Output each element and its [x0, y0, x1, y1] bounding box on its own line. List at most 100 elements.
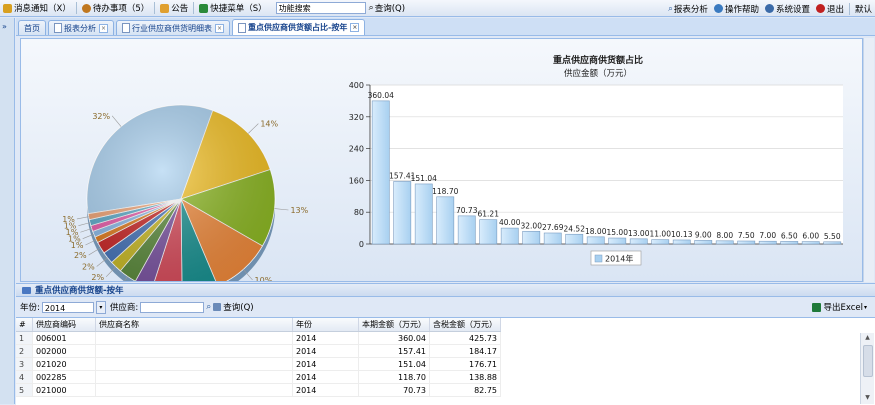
bar[interactable] [823, 241, 842, 245]
function-search-input[interactable]: 功能搜索 [275, 2, 366, 14]
bar[interactable] [758, 240, 777, 245]
data-grid: # 供应商编码 供应商名称 年份 本期金额（万元） 含税金额（万元） 1 0060… [16, 317, 875, 405]
pie-leader-line [111, 115, 122, 127]
shortcut-menu-button[interactable]: 快捷菜单（S） [196, 1, 269, 16]
bar[interactable] [522, 230, 541, 245]
table-row[interactable]: 2 002000 2014 157.41 184.17 [16, 344, 501, 358]
tab-key-supplier-share[interactable]: 重点供应商供货额占比-按年 × [232, 19, 366, 35]
search-icon[interactable]: ⌕ [206, 302, 211, 312]
bar[interactable] [651, 239, 670, 245]
toolbar-separator [848, 2, 850, 15]
column-header-index[interactable]: # [16, 318, 33, 332]
bar[interactable] [629, 238, 648, 245]
grid-scrollbar[interactable]: ▲ ▼ [860, 333, 874, 404]
logout-button[interactable]: 退出 [813, 1, 847, 16]
bar-data-label: 13.00 [628, 229, 650, 238]
table-row[interactable]: 5 021000 2014 70.73 82.75 [16, 383, 501, 397]
collapsed-sidebar[interactable]: » [0, 18, 15, 404]
bar[interactable] [672, 239, 691, 245]
year-cell: 2014 [292, 357, 359, 371]
bar[interactable] [500, 227, 519, 245]
pie-label: 2% [74, 251, 87, 260]
system-settings-button[interactable]: 系统设置 [762, 1, 813, 16]
table-row[interactable]: 4 002285 2014 118.70 138.88 [16, 370, 501, 384]
toolbar-separator [193, 2, 195, 14]
tax-amount-cell: 138.88 [429, 370, 501, 384]
bar[interactable] [457, 215, 476, 245]
supplier-name-cell [95, 331, 293, 345]
mail-icon [3, 3, 12, 13]
column-header-supplier-name[interactable]: 供应商名称 [95, 318, 293, 332]
scroll-down-icon[interactable]: ▼ [863, 394, 872, 403]
search-button[interactable]: ⌕ 查询(Q) [366, 1, 408, 16]
query-button[interactable]: 查询(Q) [213, 301, 254, 313]
filter-bar: 年份: 2014 ▾ 供应商: ⌕ 查询(Q) 导出Excel ▾ [16, 298, 875, 316]
help-button[interactable]: 操作帮助 [711, 1, 762, 16]
year-dropdown-icon[interactable]: ▾ [95, 300, 106, 314]
bar-data-label: 18.00 [585, 227, 607, 236]
column-header-supplier-code[interactable]: 供应商编码 [32, 318, 96, 332]
tax-amount-cell: 176.71 [429, 357, 501, 371]
legend-label: 2014年 [605, 254, 633, 264]
bar[interactable] [608, 237, 627, 245]
supplier-input[interactable] [140, 301, 205, 313]
table-row[interactable]: 1 006001 2014 360.04 425.73 [16, 331, 501, 345]
tab-report-analysis[interactable]: 报表分析 × [48, 20, 114, 35]
chart-subtitle: 供应金额（万元） [564, 68, 632, 79]
bar[interactable] [479, 219, 498, 245]
supplier-name-cell [95, 357, 293, 371]
search-icon: ⌕ [668, 3, 673, 14]
bar[interactable] [436, 196, 455, 245]
tab-home[interactable]: 首页 [18, 20, 46, 35]
chart-title: 重点供应商供货额占比 [553, 54, 643, 66]
chart-scrollbar[interactable] [863, 38, 874, 282]
pie-label: 2% [82, 263, 95, 272]
bar[interactable] [371, 100, 390, 245]
bar[interactable] [737, 240, 756, 245]
bar[interactable] [715, 240, 734, 245]
bar[interactable] [565, 233, 584, 245]
column-header-amount[interactable]: 本期金额（万元） [358, 318, 430, 332]
column-header-tax-amount[interactable]: 含税金额（万元） [429, 318, 501, 332]
close-tab-icon[interactable]: × [350, 23, 360, 32]
supplier-code-cell: 002285 [32, 370, 96, 384]
bar[interactable] [393, 181, 412, 245]
export-excel-button[interactable]: 导出Excel ▾ [812, 301, 867, 313]
year-cell: 2014 [292, 383, 359, 397]
close-tab-icon[interactable]: × [215, 23, 224, 33]
bar-data-label: 5.50 [824, 232, 841, 241]
supplier-label: 供应商: [109, 303, 139, 313]
bar-data-label: 70.73 [456, 206, 478, 215]
bar-data-label: 151.04 [411, 174, 437, 183]
pie-label: 2% [91, 273, 104, 281]
notice-button[interactable]: 公告 [157, 1, 191, 16]
supplier-code-cell: 021020 [32, 357, 96, 371]
bar[interactable] [801, 241, 820, 245]
pie-leader-line [274, 208, 289, 211]
expand-icon[interactable]: » [2, 22, 7, 31]
toolbar-separator [154, 2, 156, 14]
table-row[interactable]: 3 021020 2014 151.04 176.71 [16, 357, 501, 371]
default-button[interactable]: 默认 [852, 1, 875, 16]
bar-data-label: 32.00 [521, 221, 543, 230]
bar[interactable] [780, 241, 799, 245]
bar[interactable] [694, 240, 713, 245]
right-tools: ⌕ 报表分析 操作帮助 系统设置 退出 默认 [665, 0, 875, 17]
bar[interactable] [543, 232, 562, 245]
year-input[interactable]: 2014 [41, 301, 94, 313]
y-tick-label: 160 [349, 176, 364, 185]
todo-button[interactable]: 待办事项（5） [79, 1, 152, 16]
close-tab-icon[interactable]: × [99, 23, 108, 33]
scroll-up-icon[interactable]: ▲ [863, 334, 872, 343]
year-cell: 2014 [292, 370, 359, 384]
bar-data-label: 24.52 [564, 224, 586, 233]
column-header-year[interactable]: 年份 [292, 318, 359, 332]
tab-supplier-detail[interactable]: 行业供应商供货明细表 × [116, 20, 230, 35]
scroll-thumb[interactable] [863, 345, 873, 377]
bar[interactable] [414, 183, 433, 245]
tax-amount-cell: 425.73 [429, 331, 501, 345]
messages-button[interactable]: 消息通知（X） [0, 1, 74, 16]
report-analysis-button[interactable]: ⌕ 报表分析 [665, 1, 711, 16]
data-table: # 供应商编码 供应商名称 年份 本期金额（万元） 含税金额（万元） 1 0060… [16, 318, 501, 397]
bar[interactable] [586, 236, 605, 245]
